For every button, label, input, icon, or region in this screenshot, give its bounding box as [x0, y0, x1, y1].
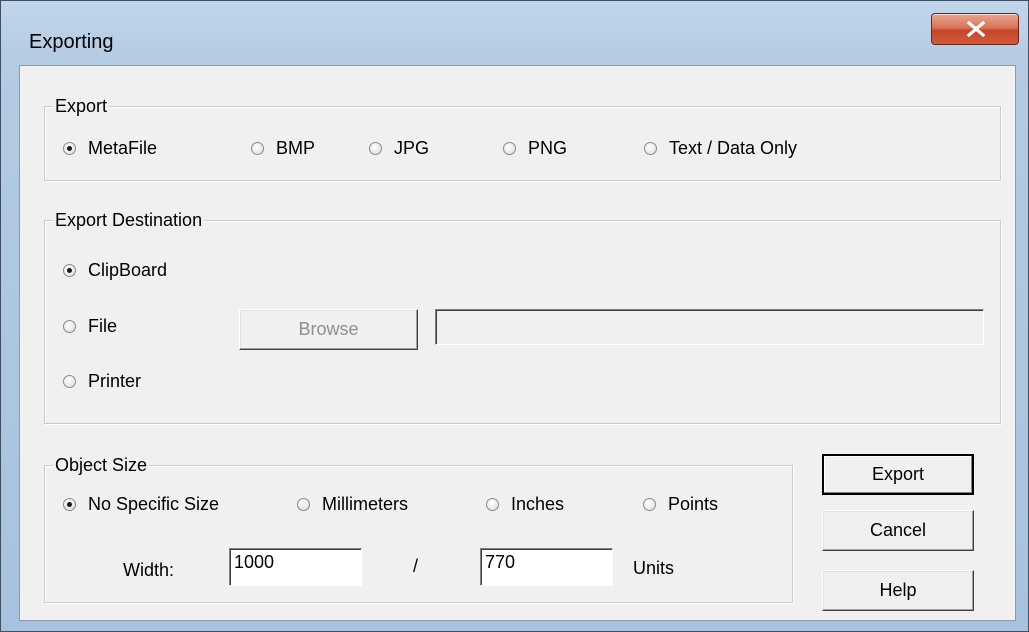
- radio-text-data-only-label: Text / Data Only: [669, 137, 798, 158]
- close-button[interactable]: [931, 13, 1019, 45]
- file-path-field[interactable]: [435, 309, 984, 345]
- radio-no-specific-size-label: No Specific Size: [88, 493, 220, 514]
- radio-file-indicator: [63, 319, 76, 333]
- window-title: Exporting: [29, 31, 114, 53]
- units-label: Units: [633, 558, 675, 578]
- exporting-dialog: Exporting Export MetaFile BMP JPG PNG Te…: [0, 0, 1029, 632]
- radio-text-data-only-indicator: [644, 141, 657, 155]
- width-label: Width:: [123, 560, 175, 580]
- export-destination-group-title: Export Destination: [53, 209, 205, 231]
- radio-clipboard-label: ClipBoard: [88, 259, 168, 280]
- radio-millimeters-label: Millimeters: [322, 493, 409, 514]
- radio-png-indicator: [503, 141, 516, 155]
- radio-printer-label: Printer: [88, 370, 142, 391]
- title-bar[interactable]: Exporting: [1, 1, 1028, 65]
- radio-jpg-label: JPG: [394, 137, 430, 158]
- browse-button[interactable]: Browse: [239, 309, 418, 350]
- radio-points-label: Points: [668, 493, 719, 514]
- object-size-group: Object Size No Specific Size Millimeters…: [44, 454, 793, 603]
- radio-clipboard[interactable]: ClipBoard: [63, 258, 167, 282]
- radio-inches-label: Inches: [511, 493, 565, 514]
- radio-inches[interactable]: Inches: [486, 492, 564, 516]
- object-size-group-title: Object Size: [53, 454, 150, 476]
- radio-points-indicator: [643, 497, 656, 511]
- size-separator: /: [413, 556, 419, 576]
- radio-metafile-label: MetaFile: [88, 137, 158, 158]
- radio-points[interactable]: Points: [643, 492, 718, 516]
- close-icon: [966, 21, 986, 37]
- radio-file[interactable]: File: [63, 314, 117, 338]
- radio-bmp[interactable]: BMP: [251, 136, 315, 160]
- export-button[interactable]: Export: [822, 454, 974, 495]
- radio-printer[interactable]: Printer: [63, 369, 141, 393]
- radio-millimeters-indicator: [297, 497, 310, 511]
- radio-text-data-only[interactable]: Text / Data Only: [644, 136, 797, 160]
- radio-metafile[interactable]: MetaFile: [63, 136, 157, 160]
- width-field[interactable]: 1000: [229, 548, 362, 586]
- radio-jpg[interactable]: JPG: [369, 136, 429, 160]
- radio-png[interactable]: PNG: [503, 136, 567, 160]
- radio-no-specific-size[interactable]: No Specific Size: [63, 492, 219, 516]
- radio-jpg-indicator: [369, 141, 382, 155]
- radio-clipboard-indicator: [63, 263, 76, 277]
- export-format-group-title: Export: [53, 95, 110, 117]
- radio-metafile-indicator: [63, 141, 76, 155]
- height-field[interactable]: 770: [480, 548, 613, 586]
- radio-millimeters[interactable]: Millimeters: [297, 492, 408, 516]
- radio-bmp-label: BMP: [276, 137, 316, 158]
- radio-inches-indicator: [486, 497, 499, 511]
- cancel-button[interactable]: Cancel: [822, 510, 974, 551]
- radio-bmp-indicator: [251, 141, 264, 155]
- radio-file-label: File: [88, 315, 118, 336]
- export-destination-group: Export Destination ClipBoard File Printe…: [44, 209, 1001, 424]
- radio-png-label: PNG: [528, 137, 568, 158]
- radio-printer-indicator: [63, 374, 76, 388]
- help-button[interactable]: Help: [822, 570, 974, 611]
- export-format-group: Export MetaFile BMP JPG PNG Text / Data …: [44, 95, 1001, 181]
- radio-no-specific-size-indicator: [63, 497, 76, 511]
- dialog-client-area: Export MetaFile BMP JPG PNG Text / Data …: [19, 65, 1016, 621]
